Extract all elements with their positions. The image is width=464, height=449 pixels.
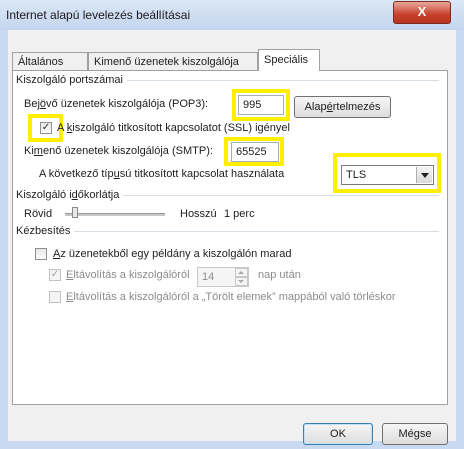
dialog-window: Internet alapú levelezés beállításai X Á… bbox=[0, 0, 464, 449]
timeout-value: 1 perc bbox=[224, 208, 255, 220]
highlight-box bbox=[232, 89, 290, 121]
window-title: Internet alapú levelezés beállításai bbox=[6, 8, 191, 22]
outgoing-port-label: Kimenő üzenetek kiszolgálója (SMTP): bbox=[24, 145, 213, 157]
timeout-slider[interactable] bbox=[65, 213, 165, 216]
default-button[interactable]: Alapértelmezés bbox=[294, 96, 391, 118]
spin-down-icon[interactable] bbox=[235, 277, 248, 286]
highlight-box bbox=[333, 153, 441, 193]
spin-up-icon[interactable] bbox=[235, 268, 248, 277]
highlight-box bbox=[224, 137, 284, 166]
group-divider bbox=[19, 231, 439, 232]
cancel-button[interactable]: Mégse bbox=[382, 423, 448, 445]
remove-deleted-label: Eltávolítás a kiszolgálóról a „Törölt el… bbox=[66, 291, 396, 303]
leave-copy-checkbox[interactable] bbox=[35, 248, 47, 260]
timeout-long-label: Hosszú bbox=[180, 208, 217, 220]
incoming-port-label: Bejövő üzenetek kiszolgálója (POP3): bbox=[24, 98, 209, 110]
group-title-timeout: Kiszolgáló időkorlátja bbox=[16, 189, 124, 201]
title-bar[interactable]: Internet alapú levelezés beállításai X bbox=[0, 0, 464, 30]
ok-button[interactable]: OK bbox=[303, 423, 373, 445]
close-icon: X bbox=[417, 4, 427, 19]
group-title-server-ports: Kiszolgáló portszámai bbox=[16, 74, 127, 86]
remove-after-label: Eltávolítás a kiszolgálóról bbox=[66, 269, 190, 281]
remove-deleted-checkbox[interactable] bbox=[49, 291, 61, 303]
tab-general[interactable]: Általános bbox=[12, 52, 88, 70]
remove-after-days-value: 14 bbox=[202, 271, 215, 283]
timeout-short-label: Rövid bbox=[24, 208, 53, 220]
tab-label: Kimenő üzenetek kiszolgálója bbox=[94, 56, 239, 68]
tab-advanced[interactable]: Speciális bbox=[258, 49, 320, 71]
ssl-checkbox-label: A kiszolgáló titkosított kapcsolatot (SS… bbox=[57, 122, 290, 134]
timeout-slider-thumb[interactable] bbox=[72, 207, 78, 218]
remove-after-checkbox[interactable]: ✓ bbox=[49, 269, 61, 281]
leave-copy-label: Az üzenetekből egy példány a kiszolgálón… bbox=[53, 248, 292, 260]
tab-outgoing-server[interactable]: Kimenő üzenetek kiszolgálója bbox=[88, 52, 258, 70]
tab-label: Speciális bbox=[264, 54, 309, 66]
advanced-panel: Kiszolgáló portszámai Bejövő üzenetek ki… bbox=[12, 70, 448, 405]
dialog-client: Általános Kimenő üzenetek kiszolgálója S… bbox=[8, 30, 456, 445]
group-title-delivery: Kézbesítés bbox=[16, 225, 75, 237]
check-icon: ✓ bbox=[50, 269, 60, 280]
close-button[interactable]: X bbox=[393, 1, 451, 24]
tab-label: Általános bbox=[18, 56, 64, 68]
encryption-type-label: A következő típusú titkosított kapcsolat… bbox=[39, 168, 285, 180]
remove-after-suffix: nap után bbox=[258, 269, 301, 281]
